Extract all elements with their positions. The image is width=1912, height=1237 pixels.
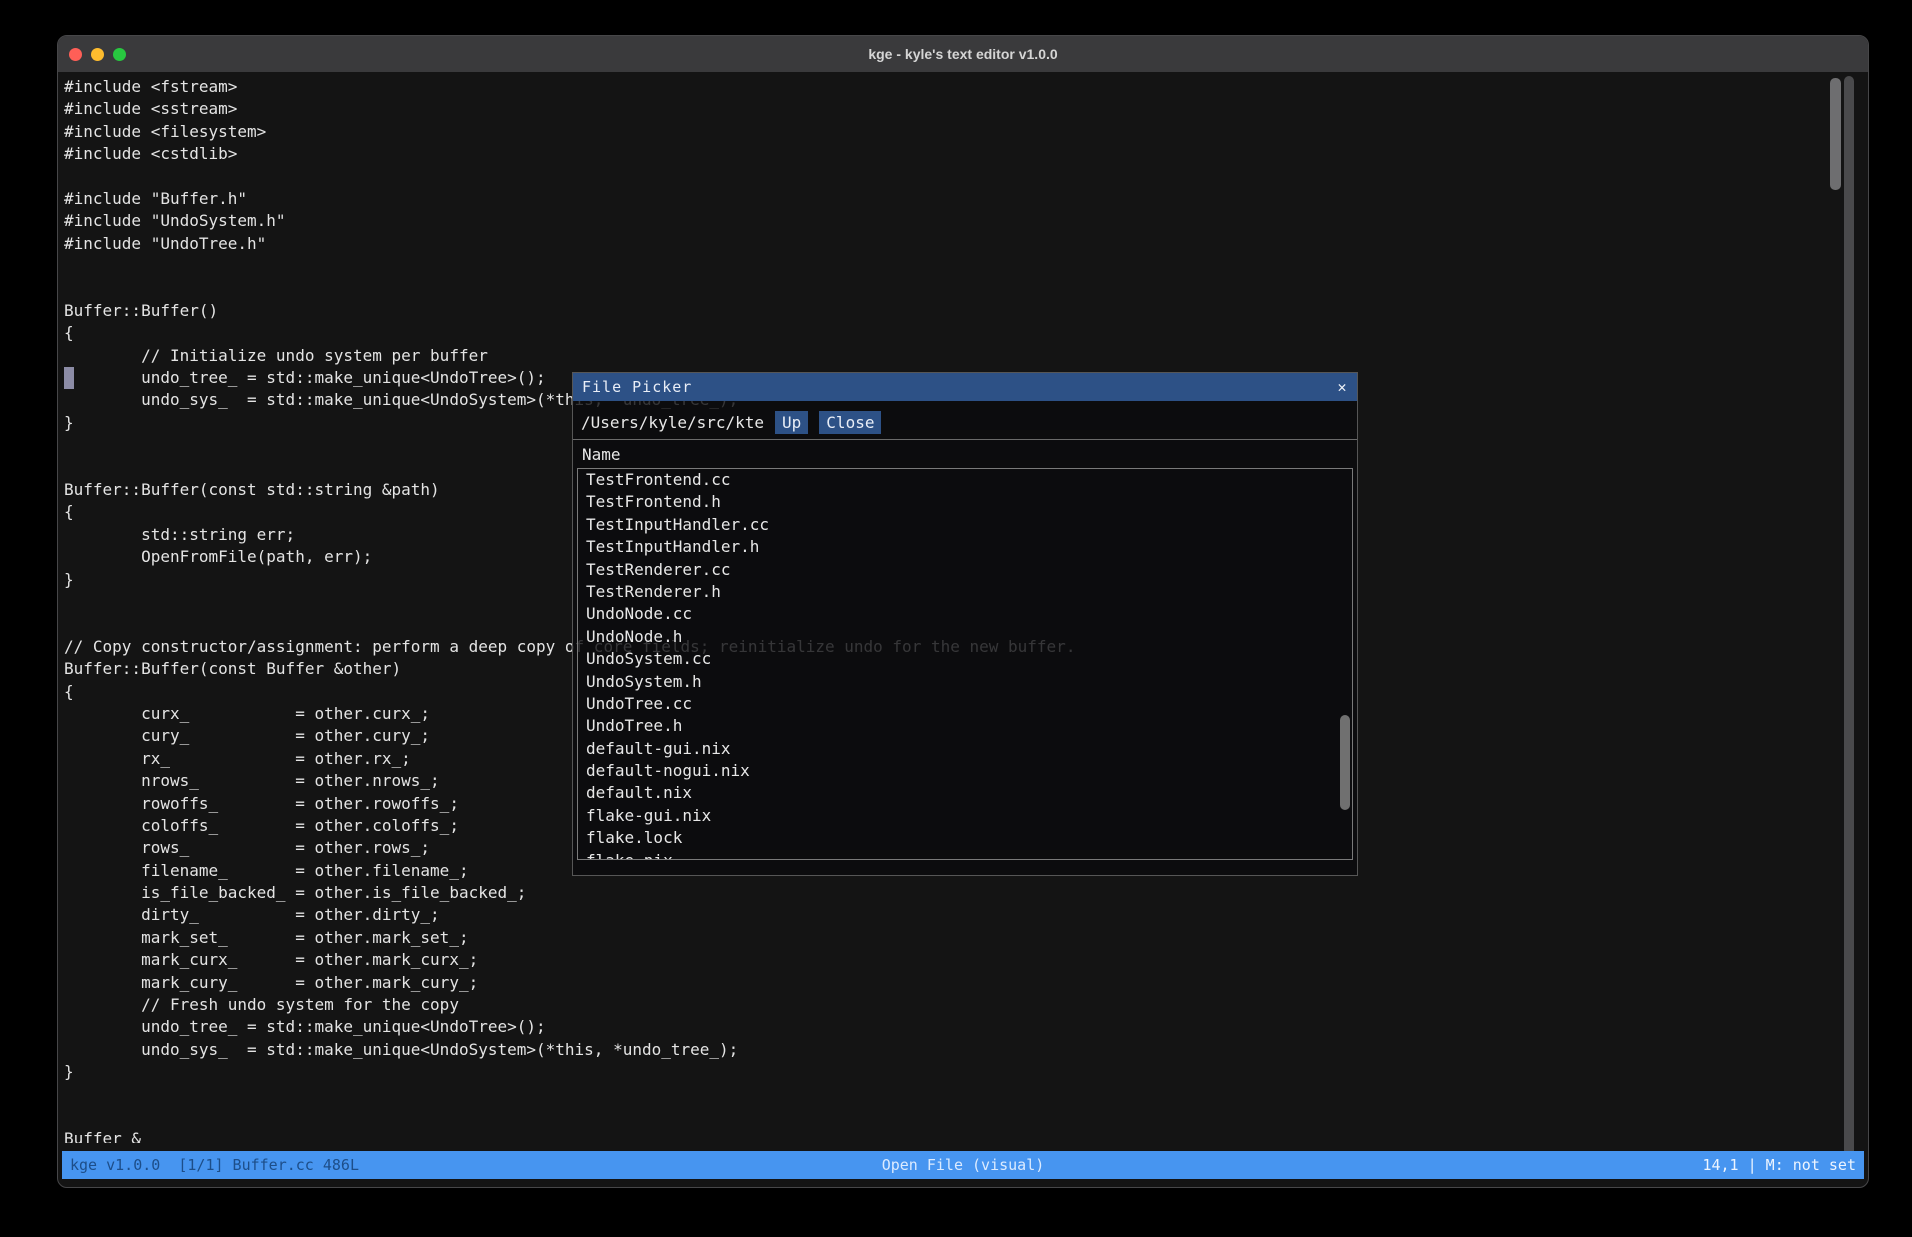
status-file-info: kge v1.0.0 [1/1] Buffer.cc 486L bbox=[62, 1156, 359, 1174]
file-item[interactable]: flake.lock bbox=[578, 827, 1352, 849]
file-item[interactable]: TestFrontend.cc bbox=[578, 469, 1352, 491]
file-item[interactable]: default.nix bbox=[578, 782, 1352, 804]
code-line: #include <sstream> bbox=[64, 98, 1075, 120]
file-item[interactable]: default-nogui.nix bbox=[578, 760, 1352, 782]
code-line: Buffer::Buffer() bbox=[64, 300, 1075, 322]
code-line: Buffer & bbox=[64, 1128, 1075, 1143]
file-list[interactable]: TestFrontend.ccTestFrontend.hTestInputHa… bbox=[577, 468, 1353, 860]
code-line: undo_sys_ = std::make_unique<UndoSystem>… bbox=[64, 1039, 1075, 1061]
file-item[interactable]: UndoTree.cc bbox=[578, 693, 1352, 715]
code-line: #include <fstream> bbox=[64, 76, 1075, 98]
file-picker-dialog: File Picker ✕ /Users/kyle/src/kte Up Clo… bbox=[572, 372, 1358, 876]
file-item[interactable]: flake.nix bbox=[578, 850, 1352, 860]
file-item[interactable]: TestRenderer.cc bbox=[578, 559, 1352, 581]
code-line: dirty_ = other.dirty_; bbox=[64, 904, 1075, 926]
code-line: // Initialize undo system per buffer bbox=[64, 345, 1075, 367]
code-line: is_file_backed_ = other.is_file_backed_; bbox=[64, 882, 1075, 904]
separator bbox=[573, 439, 1357, 440]
file-item[interactable]: UndoSystem.h bbox=[578, 671, 1352, 693]
file-item[interactable]: UndoNode.cc bbox=[578, 603, 1352, 625]
code-line: #include "Buffer.h" bbox=[64, 188, 1075, 210]
file-item[interactable]: flake-gui.nix bbox=[578, 805, 1352, 827]
code-line: // Fresh undo system for the copy bbox=[64, 994, 1075, 1016]
list-scrollbar-thumb[interactable] bbox=[1340, 715, 1350, 810]
window-title: kge - kyle's text editor v1.0.0 bbox=[58, 46, 1868, 62]
code-line: mark_set_ = other.mark_set_; bbox=[64, 927, 1075, 949]
code-line: mark_curx_ = other.mark_curx_; bbox=[64, 949, 1075, 971]
code-line: #include <filesystem> bbox=[64, 121, 1075, 143]
code-line: undo_tree_ = std::make_unique<UndoTree>(… bbox=[64, 1016, 1075, 1038]
window-titlebar: kge - kyle's text editor v1.0.0 bbox=[58, 36, 1868, 72]
file-item[interactable]: TestInputHandler.h bbox=[578, 536, 1352, 558]
zoom-window-button[interactable] bbox=[113, 48, 126, 61]
editor-scrollbar-thumb[interactable] bbox=[1830, 78, 1841, 190]
path-row: /Users/kyle/src/kte Up Close bbox=[581, 409, 1349, 435]
dialog-close-button[interactable]: Close bbox=[819, 411, 881, 434]
file-item[interactable]: TestInputHandler.cc bbox=[578, 514, 1352, 536]
minimize-window-button[interactable] bbox=[91, 48, 104, 61]
traffic-lights bbox=[69, 48, 126, 61]
file-item[interactable]: default-gui.nix bbox=[578, 738, 1352, 760]
code-line bbox=[64, 278, 1075, 300]
code-line bbox=[64, 1084, 1075, 1106]
file-item[interactable]: TestFrontend.h bbox=[578, 491, 1352, 513]
column-header-name: Name bbox=[582, 445, 621, 464]
status-cursor-info: 14,1 | M: not set bbox=[1702, 1156, 1856, 1174]
code-line: #include <cstdlib> bbox=[64, 143, 1075, 165]
code-line: { bbox=[64, 322, 1075, 344]
code-line bbox=[64, 255, 1075, 277]
status-bar: kge v1.0.0 [1/1] Buffer.cc 486L Open Fil… bbox=[62, 1151, 1864, 1179]
file-picker-title: File Picker bbox=[573, 378, 692, 396]
file-item[interactable]: UndoTree.h bbox=[578, 715, 1352, 737]
file-item[interactable]: UndoNode.h bbox=[578, 626, 1352, 648]
close-icon[interactable]: ✕ bbox=[1327, 373, 1357, 401]
current-path: /Users/kyle/src/kte bbox=[581, 413, 764, 432]
file-item[interactable]: TestRenderer.h bbox=[578, 581, 1352, 603]
file-picker-titlebar[interactable]: File Picker ✕ bbox=[573, 373, 1357, 401]
code-line bbox=[64, 1106, 1075, 1128]
app-window: kge - kyle's text editor v1.0.0 #include… bbox=[57, 35, 1869, 1188]
close-window-button[interactable] bbox=[69, 48, 82, 61]
code-line: #include "UndoSystem.h" bbox=[64, 210, 1075, 232]
editor-scrollbar-track[interactable] bbox=[1844, 76, 1854, 1177]
file-item[interactable]: UndoSystem.cc bbox=[578, 648, 1352, 670]
code-line: } bbox=[64, 1061, 1075, 1083]
up-button[interactable]: Up bbox=[775, 411, 808, 434]
text-cursor bbox=[64, 367, 74, 389]
code-line: #include "UndoTree.h" bbox=[64, 233, 1075, 255]
code-line bbox=[64, 166, 1075, 188]
code-line: mark_cury_ = other.mark_cury_; bbox=[64, 972, 1075, 994]
